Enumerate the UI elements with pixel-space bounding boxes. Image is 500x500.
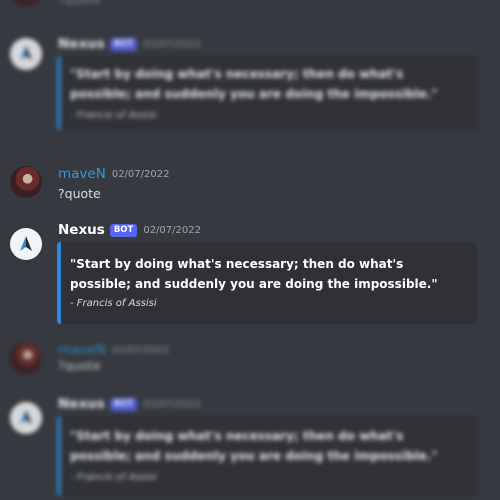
bot-badge: BOT [109,37,138,51]
avatar[interactable] [10,342,42,374]
quote-embed: "Start by doing what's necessary; then d… [57,56,477,130]
quote-embed: "Start by doing what's necessary; then d… [57,416,477,496]
message-header: Nexus BOT 02/07/2022 [58,396,201,412]
timestamp[interactable]: 02/07/2022 [143,399,201,410]
nexus-logo-icon [20,410,32,424]
timestamp[interactable]: 02/07/2022 [143,39,201,50]
message-bot: Nexus BOT 02/07/2022 "Start by doing wha… [0,218,500,328]
message-header: maveN 02/07/2022 [58,342,169,358]
quote-text: "Start by doing what's necessary; then d… [70,257,438,291]
message-user-blurred: maveN 02/07/2022 ?quote [0,336,500,381]
avatar[interactable] [10,166,42,198]
timestamp[interactable]: 02/07/2022 [112,345,170,356]
avatar[interactable] [10,228,42,260]
message-bot-blurred-1: Nexus BOT 02/07/2022 "Start by doing wha… [0,32,500,142]
avatar[interactable] [10,38,42,70]
message-text: ?quote [58,358,101,373]
message-header: maveN 02/07/2022 [58,166,169,182]
message-header: Nexus BOT 02/07/2022 [58,36,201,52]
message-bot-blurred-2: Nexus BOT 02/07/2022 "Start by doing wha… [0,392,500,500]
bot-badge: BOT [109,223,138,237]
message-text: ?quote [58,186,101,201]
username[interactable]: Nexus [58,222,105,238]
avatar[interactable] [10,0,42,6]
quote-author: - Francis of Assisi [70,110,157,121]
nexus-logo-icon [20,46,32,60]
timestamp[interactable]: 02/07/2022 [143,225,201,236]
timestamp[interactable]: 02/07/2022 [112,169,170,180]
avatar[interactable] [10,402,42,434]
message-text: ?quote [58,0,101,7]
message-header: Nexus BOT 02/07/2022 [58,222,201,238]
quote-text: "Start by doing what's necessary; then d… [70,67,438,101]
bot-badge: BOT [109,397,138,411]
quote-embed: "Start by doing what's necessary; then d… [57,242,477,324]
nexus-logo-icon [20,236,32,251]
username[interactable]: Nexus [58,396,105,412]
message-user: maveN 02/07/2022 ?quote [0,160,500,205]
quote-author: - Francis of Assisi [70,472,157,483]
quote-text: "Start by doing what's necessary; then d… [70,429,438,463]
quote-author: - Francis of Assisi [70,298,157,309]
username[interactable]: Nexus [58,36,105,52]
message-partial-top: ?quote [0,0,500,12]
username[interactable]: maveN [58,342,106,358]
username[interactable]: maveN [58,166,106,182]
